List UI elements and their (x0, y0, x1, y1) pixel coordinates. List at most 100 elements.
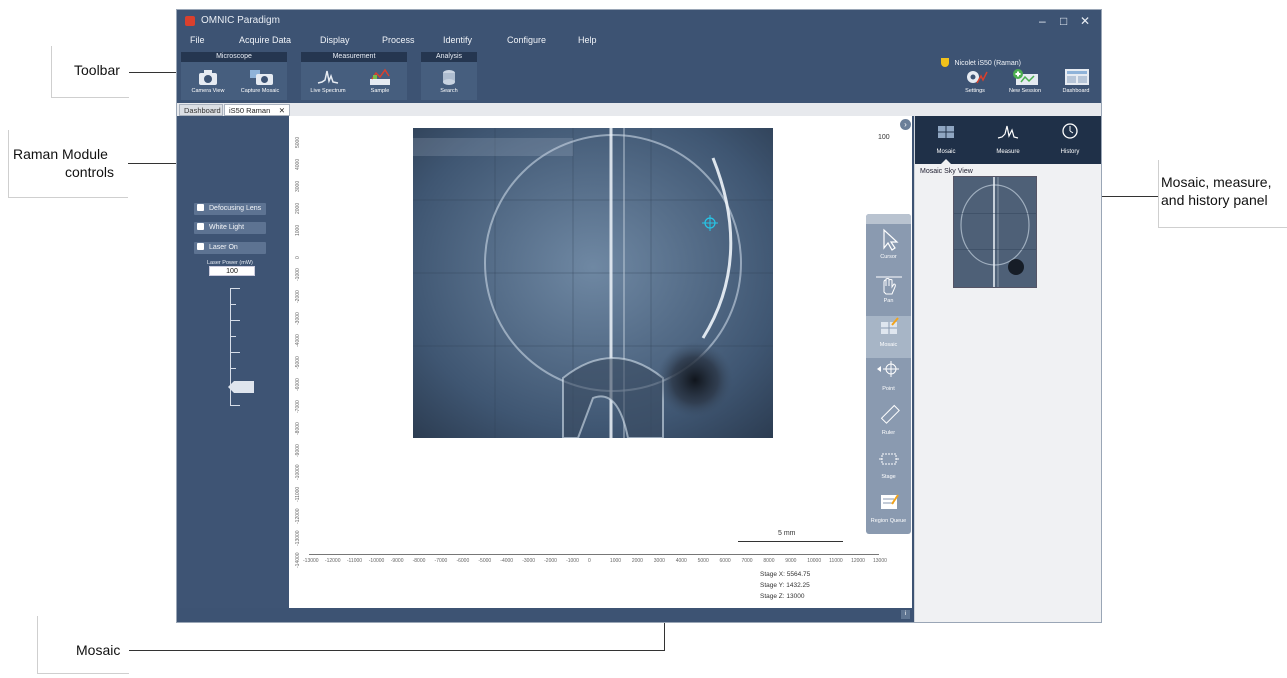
tool-label: Dashboard (1062, 88, 1090, 94)
y-tick-label: 2000 (295, 203, 301, 215)
x-tick-label: 10000 (807, 558, 822, 564)
tab-mosaic[interactable]: Mosaic (915, 116, 977, 164)
menu-help[interactable]: Help (578, 35, 597, 45)
tab-label: Dashboard (184, 106, 221, 115)
slider-tick (230, 368, 236, 369)
y-tick-label: -14000 (295, 552, 301, 568)
menu-file[interactable]: File (190, 35, 205, 45)
pan-hand-icon (875, 276, 902, 295)
y-tick-label: -12000 (295, 508, 301, 524)
x-tick-label: -3000 (522, 558, 536, 564)
white-light-checkbox[interactable]: White Light (194, 222, 266, 234)
tool-label: Search (440, 88, 458, 94)
palette-handle[interactable] (866, 214, 911, 224)
y-tick-label: -4000 (295, 334, 301, 347)
tool-label: Stage (881, 474, 896, 480)
laser-power-input[interactable]: 100 (209, 266, 255, 276)
group-title: Microscope (181, 52, 287, 62)
sky-view-label: Mosaic Sky View (920, 168, 973, 175)
menu-acquire-data[interactable]: Acquire Data (239, 35, 291, 45)
menu-display[interactable]: Display (320, 35, 350, 45)
info-icon[interactable]: i (901, 610, 910, 619)
ruler-tool[interactable]: Ruler (866, 404, 911, 446)
tool-label: Settings (965, 88, 985, 94)
x-tick-label: -7000 (434, 558, 448, 564)
y-tick-label: -8000 (295, 422, 301, 436)
search-button[interactable]: Search (424, 66, 474, 100)
x-tick-label: -6000 (456, 558, 470, 564)
leader-line (128, 163, 180, 164)
y-tick-label: 3000 (295, 181, 301, 193)
mosaic-icon (880, 317, 899, 334)
sample-icon (369, 68, 391, 86)
y-tick-label: -5000 (295, 356, 301, 370)
app-window: OMNIC Paradigm – □ ✕ File Acquire Data D… (177, 10, 1101, 622)
group-title: Measurement (301, 52, 407, 62)
tool-label: Sample (370, 88, 390, 94)
callout-mosaic-label: Mosaic (76, 642, 121, 658)
y-tick-label: -6000 (295, 378, 301, 392)
x-tick-label: 13000 (873, 558, 887, 564)
checkbox-label: Defocusing Lens (209, 205, 262, 212)
close-icon[interactable]: ✕ (1080, 14, 1090, 28)
menu-identify[interactable]: Identify (443, 35, 472, 45)
tool-label: Cursor (880, 254, 897, 260)
capture-mosaic-icon (249, 68, 273, 86)
callout-right-panel: Mosaic, measure, and history panel (1158, 160, 1287, 228)
minimize-icon[interactable]: – (1039, 14, 1046, 28)
settings-button[interactable]: Settings (953, 66, 997, 100)
mosaic-sky-view[interactable] (953, 176, 1037, 288)
document-tabs: Dashboard iS50 Raman ✕ (177, 103, 1101, 116)
region-queue-tool[interactable]: Region Queue (866, 492, 911, 534)
tool-label: Ruler (881, 430, 896, 436)
x-tick-label: 7000 (741, 558, 753, 564)
callout-panel-line2: and history panel (1161, 192, 1268, 208)
group-analysis: Analysis Search (421, 52, 477, 100)
scale-bar (738, 541, 843, 542)
mosaic-image[interactable] (413, 128, 773, 438)
pan-tool[interactable]: Pan (866, 272, 911, 314)
live-spectrum-button[interactable]: Live Spectrum (303, 66, 353, 100)
app-title: OMNIC Paradigm (201, 15, 280, 26)
x-tick-label: 0 (588, 558, 591, 564)
tab-measure[interactable]: Measure (977, 116, 1039, 164)
x-tick-label: 6000 (719, 558, 731, 564)
cursor-tool[interactable]: Cursor (866, 228, 911, 270)
region-queue-icon (880, 494, 899, 509)
mosaic-canvas[interactable]: 5000 4000 3000 2000 1000 0 -1000 -2000 -3000 -400… (289, 116, 912, 619)
laser-power-slider-thumb[interactable] (228, 381, 254, 394)
zoom-level: 100 (878, 134, 890, 141)
collapse-panel-icon[interactable]: › (900, 119, 911, 130)
x-tick-label: 1000 (609, 558, 622, 564)
x-tick-label: -13000 (303, 558, 319, 564)
menu-configure[interactable]: Configure (507, 35, 546, 45)
crosshair-icon (876, 361, 899, 377)
new-session-button[interactable]: New Session (1003, 66, 1047, 100)
point-tool[interactable]: Point (866, 360, 911, 402)
tool-palette: Cursor Pan Mosaic Point Ruler Stage Regi… (866, 214, 911, 534)
stage-tool[interactable]: Stage (866, 448, 911, 490)
mosaic-tool[interactable]: Mosaic (866, 316, 911, 358)
tab-history[interactable]: History (1039, 116, 1101, 164)
checkbox-icon (197, 204, 204, 211)
y-tick-label: 5000 (295, 136, 301, 148)
group-microscope: Microscope Camera View Capture Mosaic (181, 52, 287, 100)
tool-label: Point (882, 386, 895, 392)
tab-is50-raman[interactable]: iS50 Raman ✕ (224, 104, 290, 116)
dashboard-button[interactable]: Dashboard (1054, 66, 1098, 100)
y-tick-label: -11000 (295, 486, 301, 502)
tool-label: Pan (883, 298, 894, 304)
camera-view-button[interactable]: Camera View (183, 66, 233, 100)
defocusing-lens-checkbox[interactable]: Defocusing Lens (194, 203, 266, 215)
capture-mosaic-button[interactable]: Capture Mosaic (235, 66, 285, 100)
y-tick-label: -1000 (295, 267, 301, 281)
menu-process[interactable]: Process (382, 35, 415, 45)
laser-on-checkbox[interactable]: Laser On (194, 242, 266, 254)
panel-tabs: Mosaic Measure History (915, 116, 1101, 164)
x-tick-label: 9000 (785, 558, 797, 564)
x-tick-label: 12000 (851, 558, 865, 564)
sample-button[interactable]: Sample (355, 66, 405, 100)
maximize-icon[interactable]: □ (1060, 14, 1067, 28)
tab-dashboard[interactable]: Dashboard (179, 104, 223, 116)
gear-icon (964, 68, 988, 86)
